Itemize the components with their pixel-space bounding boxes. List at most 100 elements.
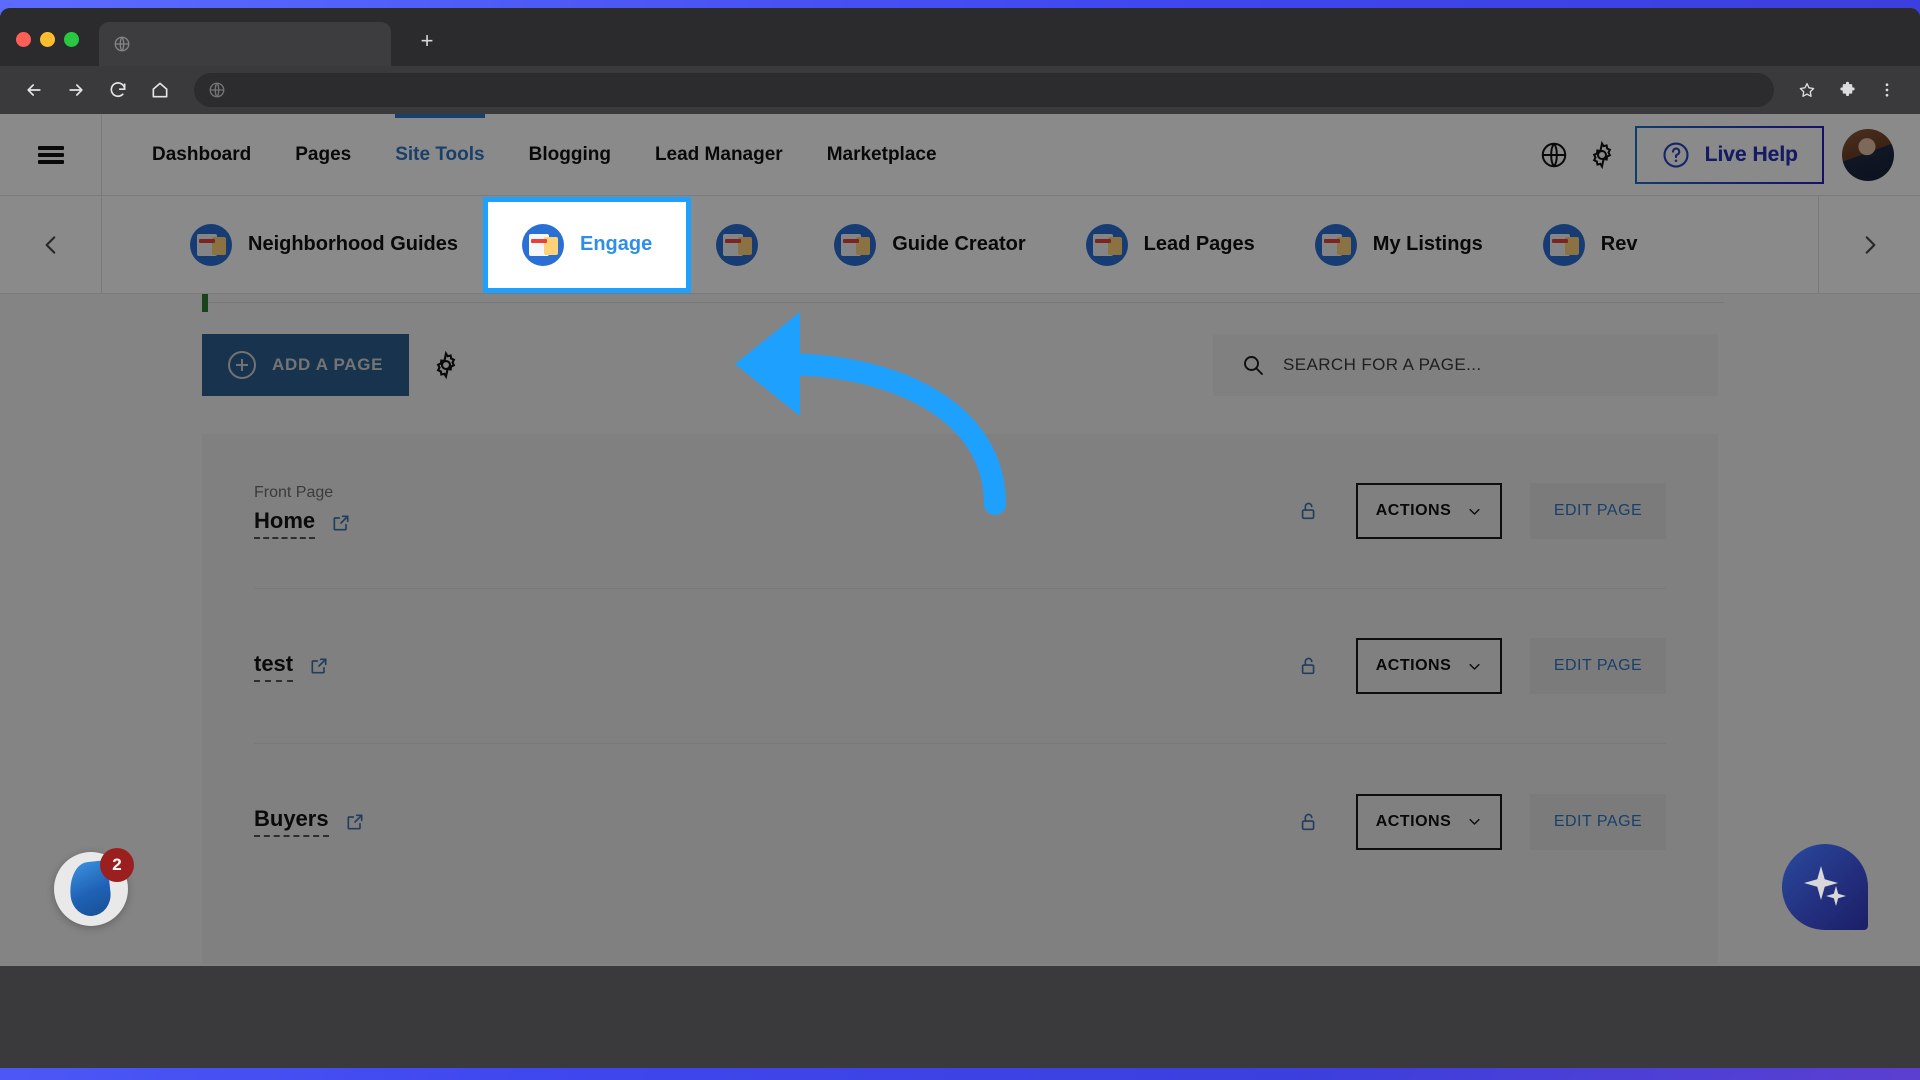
engage-icon (522, 223, 564, 266)
content-divider (202, 302, 1724, 303)
actions-button[interactable]: ACTIONS (1356, 793, 1502, 850)
tool-item-obscured[interactable] (686, 196, 804, 293)
page-title-line: Home (254, 508, 351, 539)
back-button[interactable] (18, 74, 50, 106)
carousel-prev-button[interactable] (0, 196, 102, 293)
main-navigation: Dashboard Pages Site Tools Blogging Lead… (102, 114, 959, 195)
extensions-button[interactable] (1832, 75, 1862, 105)
page-title[interactable]: Buyers (254, 806, 329, 837)
edit-page-button[interactable]: EDIT PAGE (1530, 483, 1666, 539)
kebab-menu-icon (1885, 83, 1889, 97)
chevron-right-icon (1865, 235, 1875, 254)
nav-item-site-tools[interactable]: Site Tools (373, 114, 506, 195)
bookmark-button[interactable] (1792, 75, 1822, 105)
app-header: Dashboard Pages Site Tools Blogging Lead… (0, 114, 1920, 196)
home-icon (152, 82, 168, 98)
tool-item-neighborhood-guides[interactable]: Neighborhood Guides (160, 196, 488, 293)
chevron-down-icon (1469, 508, 1480, 515)
tool-label: Engage (580, 233, 653, 255)
row-actions: ACTIONS EDIT PAGE (1298, 483, 1666, 539)
reviews-icon (1542, 223, 1585, 266)
tool-item-lead-pages[interactable]: Lead Pages (1056, 196, 1285, 293)
browser-menu-button[interactable] (1872, 75, 1902, 105)
search-for-a-page-field[interactable]: SEARCH FOR A PAGE... (1213, 334, 1718, 396)
globe-icon (209, 82, 225, 98)
edit-page-button[interactable]: EDIT PAGE (1530, 793, 1666, 850)
nav-item-pages[interactable]: Pages (273, 114, 373, 195)
nav-item-blogging[interactable]: Blogging (507, 114, 633, 195)
avatar[interactable] (1842, 128, 1894, 181)
globe-icon (114, 36, 130, 52)
puzzle-icon (1839, 81, 1855, 96)
page-title[interactable]: Home (254, 508, 316, 539)
window-maximize-button[interactable] (64, 32, 79, 47)
header-actions: Live Help (1539, 125, 1920, 184)
add-a-page-label: ADD A PAGE (272, 355, 384, 374)
hamburger-menu-button[interactable] (0, 114, 102, 195)
actions-button[interactable]: ACTIONS (1356, 638, 1502, 694)
external-link-icon[interactable] (331, 513, 351, 533)
chevron-left-icon (45, 235, 55, 254)
table-row: Front Page Home ACTIONS EDIT PAGE (254, 434, 1666, 589)
chat-widget-button[interactable]: 2 (54, 848, 134, 926)
gear-icon[interactable] (431, 350, 461, 380)
question-circle-icon (1663, 141, 1689, 168)
tool-label: Rev (1600, 233, 1638, 255)
edit-page-button[interactable]: EDIT PAGE (1530, 638, 1666, 694)
tool-label: Guide Creator (892, 233, 1026, 255)
external-link-icon[interactable] (345, 812, 365, 832)
tool-item-guide-creator[interactable]: Guide Creator (804, 196, 1055, 293)
status-marker (202, 294, 208, 312)
obscured-tool-icon (716, 223, 759, 266)
actions-label: ACTIONS (1375, 502, 1452, 519)
table-row: Buyers ACTIONS EDIT PAGE (254, 744, 1666, 899)
live-help-button[interactable]: Live Help (1634, 125, 1824, 184)
actions-label: ACTIONS (1375, 657, 1452, 674)
arrow-right-icon (69, 84, 83, 96)
external-link-icon[interactable] (309, 656, 329, 676)
tool-item-engage[interactable]: Engage (482, 196, 692, 293)
tool-label: My Listings (1372, 233, 1483, 255)
lead-pages-icon (1085, 223, 1128, 266)
browser-window: + Dashboard Pages Site Tools Blogging Le… (0, 8, 1920, 1068)
forward-button[interactable] (60, 74, 92, 106)
page-info: Buyers (254, 806, 365, 837)
nav-item-lead-manager[interactable]: Lead Manager (633, 114, 805, 195)
hamburger-menu-icon (37, 143, 64, 167)
gear-icon[interactable] (1587, 140, 1617, 170)
search-icon (1244, 356, 1263, 375)
live-help-label: Live Help (1704, 142, 1798, 166)
unlock-icon[interactable] (1298, 811, 1320, 833)
chat-unread-badge: 2 (100, 848, 134, 882)
table-row: test ACTIONS EDIT PAGE (254, 589, 1666, 744)
new-tab-button[interactable]: + (413, 28, 441, 56)
row-actions: ACTIONS EDIT PAGE (1298, 638, 1666, 694)
ai-assistant-button[interactable] (1782, 844, 1868, 930)
nav-item-dashboard[interactable]: Dashboard (130, 114, 273, 195)
chevron-down-icon (1469, 663, 1480, 670)
plus-circle-icon (228, 351, 256, 379)
reload-icon (110, 82, 126, 97)
tool-label: Neighborhood Guides (248, 233, 458, 255)
tool-item-my-listings[interactable]: My Listings (1285, 196, 1513, 293)
tool-label: Lead Pages (1143, 233, 1255, 255)
carousel-track: Neighborhood Guides Engage Guide Creator (102, 196, 1818, 293)
unlock-icon[interactable] (1298, 655, 1320, 677)
page-info: test (254, 651, 329, 682)
window-close-button[interactable] (16, 32, 31, 47)
page-title-line: test (254, 651, 329, 682)
reload-button[interactable] (102, 74, 134, 106)
nav-item-marketplace[interactable]: Marketplace (805, 114, 959, 195)
carousel-next-button[interactable] (1818, 196, 1920, 293)
page-title[interactable]: test (254, 651, 294, 682)
actions-button[interactable]: ACTIONS (1356, 483, 1502, 539)
address-bar[interactable] (194, 73, 1774, 107)
tool-item-reviews[interactable]: Rev (1513, 196, 1668, 293)
globe-icon[interactable] (1539, 140, 1569, 170)
window-minimize-button[interactable] (40, 32, 55, 47)
browser-tab[interactable] (99, 22, 391, 66)
unlock-icon[interactable] (1298, 500, 1320, 522)
add-a-page-button[interactable]: ADD A PAGE (202, 334, 410, 396)
window-traffic-lights (16, 32, 79, 47)
home-button[interactable] (144, 74, 176, 106)
